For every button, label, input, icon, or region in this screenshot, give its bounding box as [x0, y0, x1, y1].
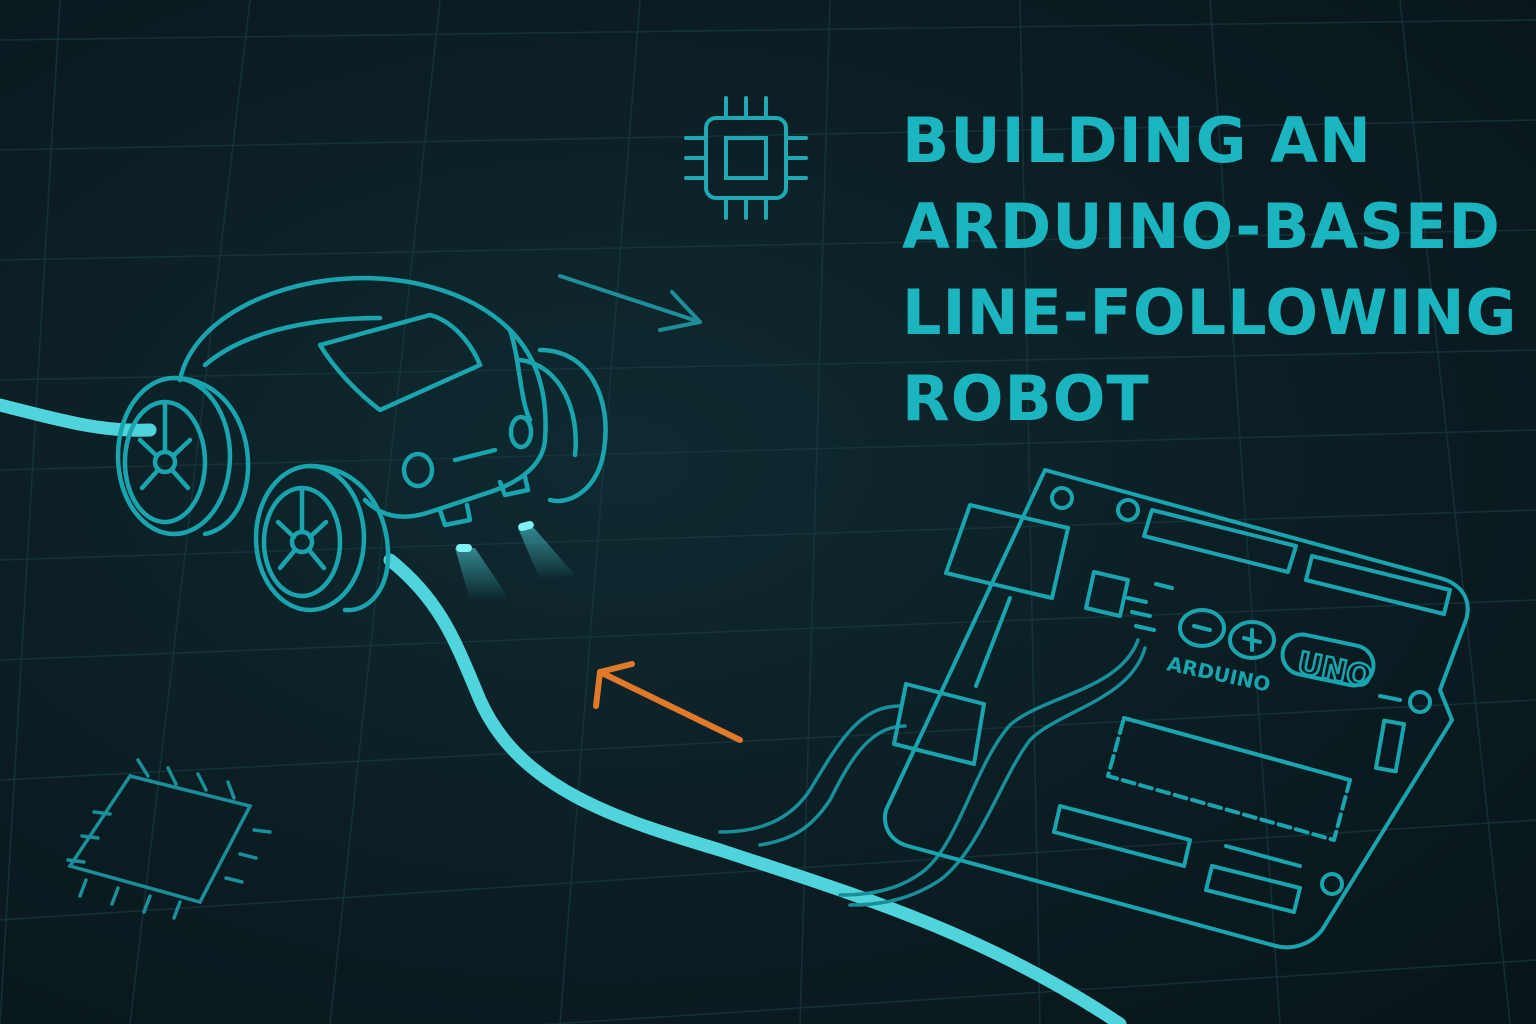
arrow-back-icon [593, 661, 743, 743]
cpu-chip-icon [684, 96, 808, 220]
page-title: BUILDING AN ARDUINO-BASED LINE-FOLLOWING… [902, 98, 1522, 442]
title-line-1: BUILDING AN [902, 104, 1372, 177]
title-line-4: ROBOT [902, 362, 1150, 435]
chip-icon [66, 758, 272, 920]
sensor-beams [455, 520, 575, 600]
board-model-label: UNO [1294, 646, 1375, 696]
illustration-canvas: ARDUINO UNO BUILDING AN ARDUINO-BASED LI… [0, 0, 1536, 1024]
arrow-right-icon [558, 274, 702, 332]
track-line [0, 398, 1127, 1024]
title-line-3: LINE-FOLLOWING [902, 276, 1518, 349]
title-line-2: ARDUINO-BASED [902, 190, 1501, 263]
